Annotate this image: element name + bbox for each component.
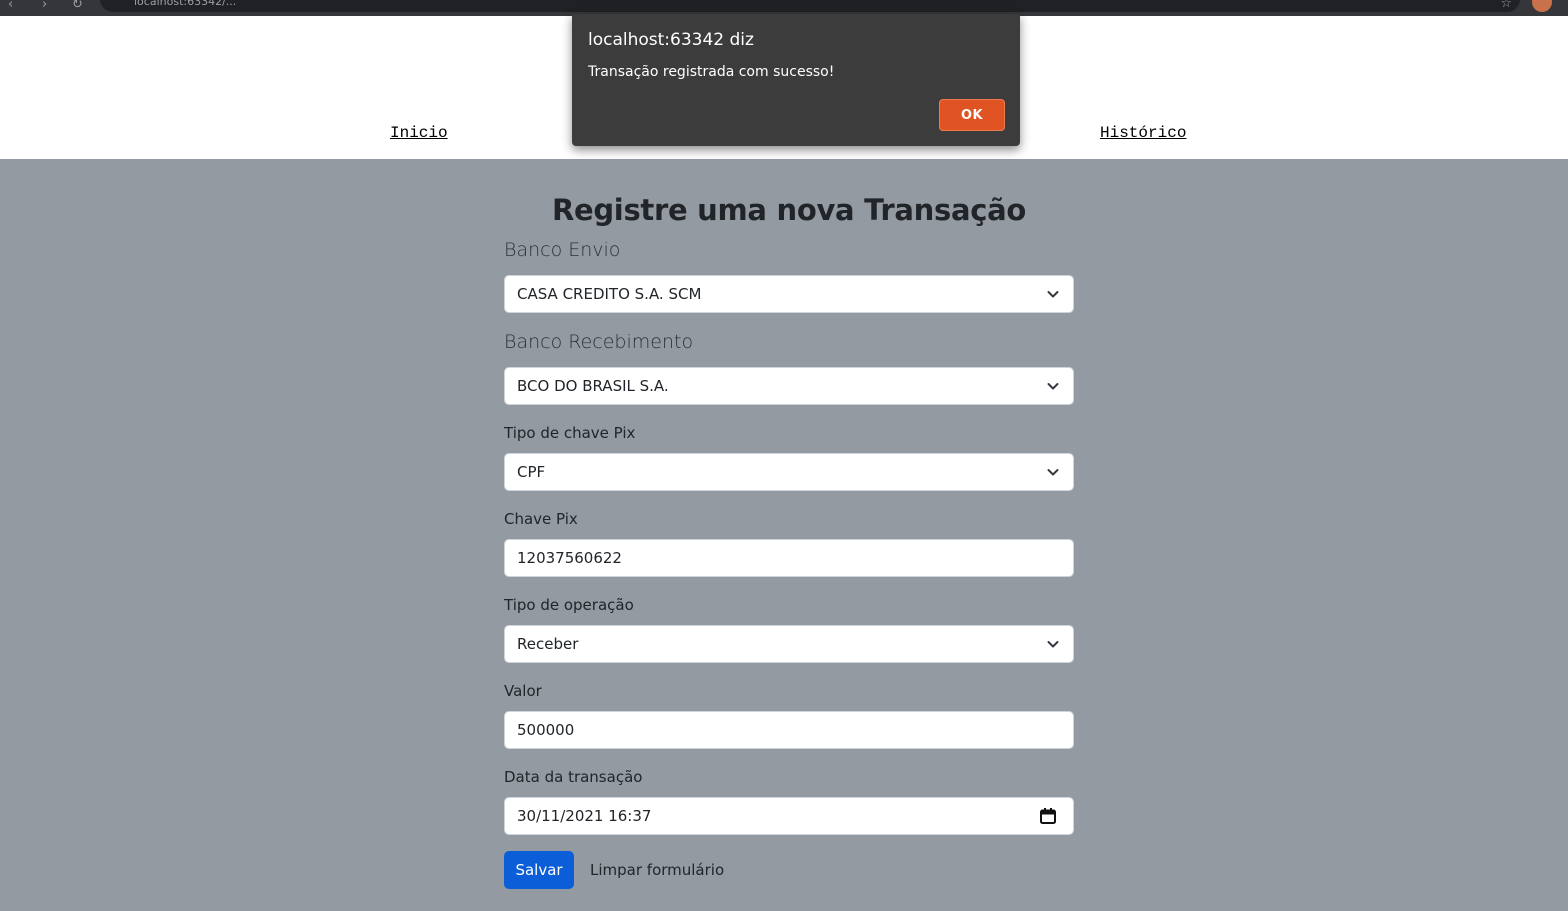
clear-form-button[interactable]: Limpar formulário <box>590 851 724 889</box>
nav-link-historico[interactable]: Histórico <box>1100 124 1186 142</box>
dialog-title: localhost:63342 diz <box>588 30 754 50</box>
chevron-down-icon <box>1047 469 1059 476</box>
data-transacao-label: Data da transação <box>504 768 643 786</box>
save-button[interactable]: Salvar <box>504 851 574 889</box>
valor-value: 500000 <box>517 721 575 739</box>
tipo-chave-value: CPF <box>517 463 546 481</box>
chevron-down-icon <box>1047 641 1059 648</box>
data-transacao-value: 30/11/2021 16:37 <box>517 807 652 825</box>
banco-envio-label: Banco Envio <box>504 239 621 261</box>
chevron-down-icon <box>1047 383 1059 390</box>
banco-envio-select[interactable]: CASA CREDITO S.A. SCM <box>504 275 1074 313</box>
chevron-down-icon <box>1047 291 1059 298</box>
chave-pix-value: 12037560622 <box>517 549 622 567</box>
tipo-operacao-label: Tipo de operação <box>504 596 634 614</box>
dialog-ok-button[interactable]: OK <box>939 99 1005 131</box>
banco-recebimento-label: Banco Recebimento <box>504 331 694 353</box>
tipo-chave-select[interactable]: CPF <box>504 453 1074 491</box>
address-bar[interactable]: localhost:63342/... <box>100 0 1520 12</box>
address-bar-text: localhost:63342/... <box>134 0 237 8</box>
nav-link-inicio[interactable]: Inicio <box>390 124 448 142</box>
valor-input[interactable]: 500000 <box>504 711 1074 749</box>
valor-label: Valor <box>504 682 542 700</box>
profile-avatar[interactable] <box>1532 0 1552 12</box>
calendar-icon[interactable] <box>1039 807 1057 825</box>
data-transacao-input[interactable]: 30/11/2021 16:37 <box>504 797 1074 835</box>
forward-icon[interactable]: › <box>42 0 47 12</box>
banco-recebimento-value: BCO DO BRASIL S.A. <box>517 377 669 395</box>
alert-dialog: localhost:63342 diz Transação registrada… <box>572 14 1020 146</box>
tipo-chave-label: Tipo de chave Pix <box>504 424 636 442</box>
bookmark-star-icon[interactable]: ☆ <box>1500 0 1512 11</box>
reload-icon[interactable]: ↻ <box>72 0 83 12</box>
tipo-operacao-value: Receber <box>517 635 579 653</box>
back-icon[interactable]: ‹ <box>8 0 13 12</box>
tipo-operacao-select[interactable]: Receber <box>504 625 1074 663</box>
chave-pix-label: Chave Pix <box>504 510 578 528</box>
banco-envio-value: CASA CREDITO S.A. SCM <box>517 285 702 303</box>
banco-recebimento-select[interactable]: BCO DO BRASIL S.A. <box>504 367 1074 405</box>
page-title: Registre uma nova Transação <box>551 193 1027 227</box>
chave-pix-input[interactable]: 12037560622 <box>504 539 1074 577</box>
dialog-message: Transação registrada com sucesso! <box>588 64 835 80</box>
